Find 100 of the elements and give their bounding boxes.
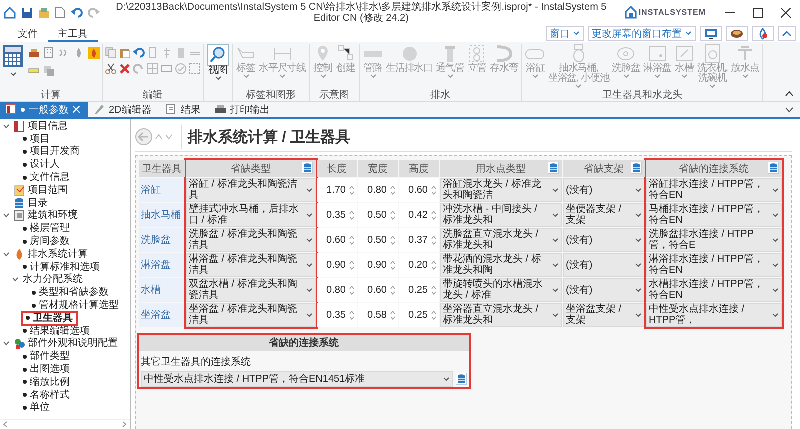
- panel-icon[interactable]: [147, 47, 159, 59]
- monitor-icon[interactable]: [704, 28, 718, 40]
- dropdown[interactable]: 浴缸 / 标准龙头和陶瓷洁具: [186, 178, 316, 202]
- database-icon[interactable]: [302, 162, 313, 174]
- tree-item[interactable]: 房间参数: [30, 236, 70, 248]
- door-icon[interactable]: [175, 47, 187, 59]
- dropdown[interactable]: 淋浴排水连接 / HTPP管，符合EN: [646, 253, 782, 277]
- down-icon[interactable]: [165, 133, 173, 141]
- tree-item[interactable]: 名称样式: [30, 390, 70, 401]
- dropdown[interactable]: (没有): [563, 178, 645, 202]
- number-field[interactable]: 0.35: [317, 203, 357, 227]
- dropdown[interactable]: 淋浴盘 / 标准龙头和陶瓷洁具: [186, 253, 316, 277]
- tree-item[interactable]: 出图选项: [30, 364, 70, 376]
- number-field[interactable]: 0.20: [399, 253, 439, 277]
- tree-item[interactable]: 项目开发商: [30, 146, 80, 158]
- number-field[interactable]: 0.58: [358, 303, 398, 327]
- undo-icon[interactable]: [133, 47, 145, 59]
- number-field[interactable]: 0.90: [358, 253, 398, 277]
- tree-item[interactable]: 计算标准和选项: [30, 262, 100, 273]
- spinner-icon[interactable]: [390, 284, 396, 296]
- tree-item[interactable]: 单位: [30, 402, 50, 414]
- open-folder-icon[interactable]: [38, 6, 50, 18]
- number-field[interactable]: 0.80: [358, 178, 398, 202]
- undo-icon[interactable]: [71, 6, 83, 18]
- dropdown[interactable]: 浴缸排水连接 / HTPP管，符合EN: [646, 178, 782, 202]
- check-icon[interactable]: [175, 63, 187, 75]
- tree-item[interactable]: 项目: [30, 134, 50, 145]
- grid-icon[interactable]: [147, 63, 159, 75]
- database-icon[interactable]: [548, 162, 559, 174]
- document-tab[interactable]: 结果: [160, 102, 209, 117]
- dropdown[interactable]: 洗脸盆直立混水龙头 / 标准龙头和: [440, 228, 562, 252]
- dropdown[interactable]: (没有): [563, 253, 645, 277]
- dropdown[interactable]: 壁挂式冲水马桶，后排水口 / 标准: [186, 203, 316, 227]
- select-icon[interactable]: [189, 63, 201, 75]
- tree-item[interactable]: 项目信息: [28, 120, 68, 132]
- spinner-icon[interactable]: [390, 234, 396, 246]
- number-field[interactable]: 0.60: [358, 278, 398, 302]
- number-field[interactable]: 0.60: [399, 178, 439, 202]
- spinner-icon[interactable]: [349, 210, 355, 220]
- spinner-icon[interactable]: [349, 260, 355, 270]
- tree-item[interactable]: 项目范围: [28, 184, 68, 196]
- copy-icon[interactable]: [105, 47, 117, 59]
- tree-item[interactable]: 卫生器具: [33, 312, 73, 324]
- database-icon[interactable]: [768, 162, 779, 174]
- tab-list-icon[interactable]: [785, 106, 794, 112]
- number-field[interactable]: 0.50: [358, 228, 398, 252]
- save-icon[interactable]: [21, 6, 33, 18]
- spinner-icon[interactable]: [431, 284, 437, 296]
- dropdown[interactable]: 坐浴盆支架 / 支架: [563, 303, 645, 327]
- dropdown[interactable]: 中性受水点排水连接 / HTPP管，符合EN1451标准: [141, 371, 453, 387]
- tree-item[interactable]: 部件类型: [30, 351, 70, 362]
- dropdown[interactable]: 双盆水槽 / 标准龙头和陶瓷洁具: [186, 278, 316, 302]
- tree-item[interactable]: 部件外观和说明配置: [28, 338, 118, 350]
- dropdown[interactable]: (没有): [563, 228, 645, 252]
- dropdown[interactable]: 带花洒的混水龙头 / 标准龙头和陶: [440, 253, 562, 277]
- number-field[interactable]: 1.70: [317, 178, 357, 202]
- frame-icon[interactable]: [161, 63, 173, 75]
- tree-item[interactable]: 类型和省缺参数: [39, 287, 109, 298]
- calculator-icon[interactable]: [2, 44, 24, 68]
- new-file-icon[interactable]: [55, 6, 66, 18]
- ribbon-tab[interactable]: 文件: [8, 25, 48, 42]
- delete-icon[interactable]: [119, 63, 131, 75]
- dropdown[interactable]: 坐浴器直立混水龙头 / 标准龙头和: [440, 303, 562, 327]
- tree-item[interactable]: 建筑和环境: [28, 210, 78, 222]
- spinner-icon[interactable]: [431, 210, 437, 220]
- tree-item[interactable]: 楼层管理: [30, 223, 70, 234]
- redo-icon[interactable]: [133, 63, 145, 75]
- window-menu[interactable]: 窗口: [546, 26, 584, 41]
- spinner-icon[interactable]: [431, 184, 437, 196]
- up-icon[interactable]: [155, 133, 163, 141]
- spinner-icon[interactable]: [349, 284, 355, 296]
- scroll-right-icon[interactable]: [122, 421, 127, 428]
- dropdown[interactable]: 洗脸盆排水连接 / HTPP管，符合E: [646, 228, 782, 252]
- ribbon-tab[interactable]: 主工具: [48, 25, 98, 42]
- home-icon[interactable]: [4, 6, 16, 18]
- flame-drop-icon[interactable]: [88, 47, 100, 59]
- dropdown[interactable]: 带旋转喷头的水槽混水龙头 / 标准: [440, 278, 562, 302]
- paste-icon[interactable]: [119, 47, 131, 59]
- document-tab[interactable]: 一般参数: [0, 102, 88, 117]
- dropdown[interactable]: 洗脸盆 / 标准龙头和陶瓷洁具: [186, 228, 316, 252]
- tree-item[interactable]: 目录: [28, 198, 48, 209]
- spinner-icon[interactable]: [349, 184, 355, 196]
- ribbon-button[interactable]: 视图: [206, 44, 230, 81]
- database-icon[interactable]: [456, 373, 467, 385]
- spinner-icon[interactable]: [390, 310, 396, 320]
- layout-menu[interactable]: 更改屏幕的窗口布置: [588, 26, 696, 41]
- tree-item[interactable]: 管材规格计算选型: [39, 300, 119, 312]
- scroll-left-icon[interactable]: [3, 421, 8, 428]
- maximize-icon[interactable]: [753, 8, 763, 18]
- tree-item[interactable]: 排水系统计算: [28, 248, 88, 260]
- spinner-icon[interactable]: [349, 234, 355, 246]
- collapse-ribbon-icon[interactable]: [785, 91, 794, 97]
- tree-item[interactable]: 缩放比例: [30, 376, 70, 388]
- spinner-icon[interactable]: [431, 260, 437, 270]
- spinner-icon[interactable]: [349, 310, 355, 320]
- dropdown[interactable]: 中性受水点排水连接 / HTPP管，: [646, 303, 782, 327]
- number-field[interactable]: 0.60: [317, 228, 357, 252]
- building-icon[interactable]: [43, 47, 55, 59]
- vessel-icon[interactable]: [28, 47, 40, 59]
- number-field[interactable]: 0.35: [317, 303, 357, 327]
